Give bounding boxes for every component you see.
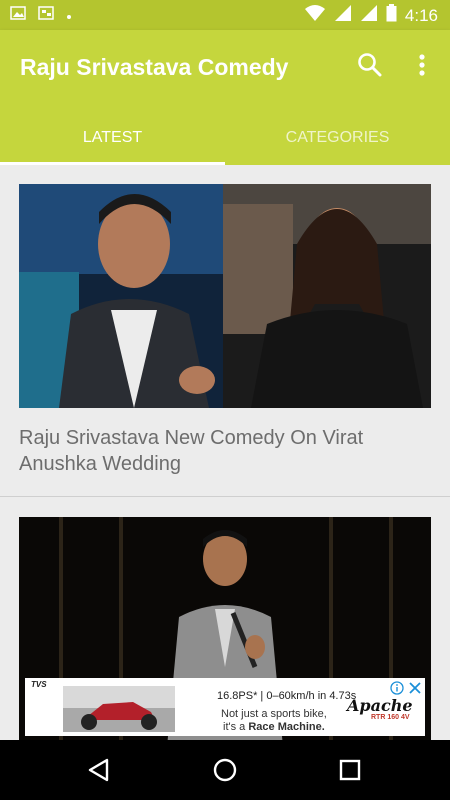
video-card[interactable]: Raju Srivastava New Comedy On Virat Anus… <box>0 165 450 497</box>
wifi-icon <box>304 4 326 27</box>
recents-icon <box>339 759 361 781</box>
status-right-icons: 4:16 <box>304 4 438 27</box>
app-title: Raju Srivastava Comedy <box>20 54 289 80</box>
ad-line-prefix: it's a <box>223 721 249 733</box>
ad-headline: 16.8PS* | 0–60km/h in 4.73s <box>217 690 357 702</box>
home-icon <box>213 758 237 782</box>
back-icon <box>88 758 109 782</box>
thumbnail-image <box>19 184 431 408</box>
battery-icon <box>386 4 397 27</box>
tab-latest[interactable]: LATEST <box>0 110 225 165</box>
home-button[interactable] <box>210 755 240 785</box>
video-feed[interactable]: Raju Srivastava New Comedy On Virat Anus… <box>0 165 450 740</box>
ad-logo-sub: RTR 160 4V <box>371 714 410 721</box>
video-thumbnail[interactable] <box>19 184 431 408</box>
image-icon <box>10 6 26 25</box>
tab-bar: LATEST CATEGORIES <box>0 110 450 165</box>
signal-icon <box>334 4 352 27</box>
ad-close-icon[interactable] <box>408 681 422 700</box>
ad-brand: TVS <box>31 680 47 689</box>
search-button[interactable] <box>355 50 385 80</box>
status-left-icons <box>10 6 72 25</box>
app-bar: Raju Srivastava Comedy LATEST CATEGORIES <box>0 30 450 165</box>
navigation-bar <box>0 740 450 800</box>
status-time: 4:16 <box>404 5 438 25</box>
back-button[interactable] <box>84 755 114 785</box>
ad-line: Not just a sports bike, <box>221 708 327 720</box>
search-icon <box>358 53 382 77</box>
tab-categories[interactable]: CATEGORIES <box>225 110 450 165</box>
ad-line-bold: Race Machine. <box>248 721 325 733</box>
recents-button[interactable] <box>335 755 365 785</box>
ad-banner[interactable]: TVS 16.8PS* | 0–60km/h in 4.73s Not just… <box>25 678 425 736</box>
more-options-button[interactable] <box>410 50 434 80</box>
more-vert-icon <box>419 54 425 76</box>
ad-info-icon[interactable] <box>390 681 404 700</box>
video-title[interactable]: Raju Srivastava New Comedy On Virat Anus… <box>19 425 431 477</box>
signal-icon <box>360 4 378 27</box>
status-bar: 4:16 <box>0 0 450 30</box>
cast-icon <box>38 6 54 25</box>
dot-icon <box>66 7 72 25</box>
ad-line: it's a Race Machine. <box>223 721 325 733</box>
ad-bike-image <box>63 686 175 732</box>
